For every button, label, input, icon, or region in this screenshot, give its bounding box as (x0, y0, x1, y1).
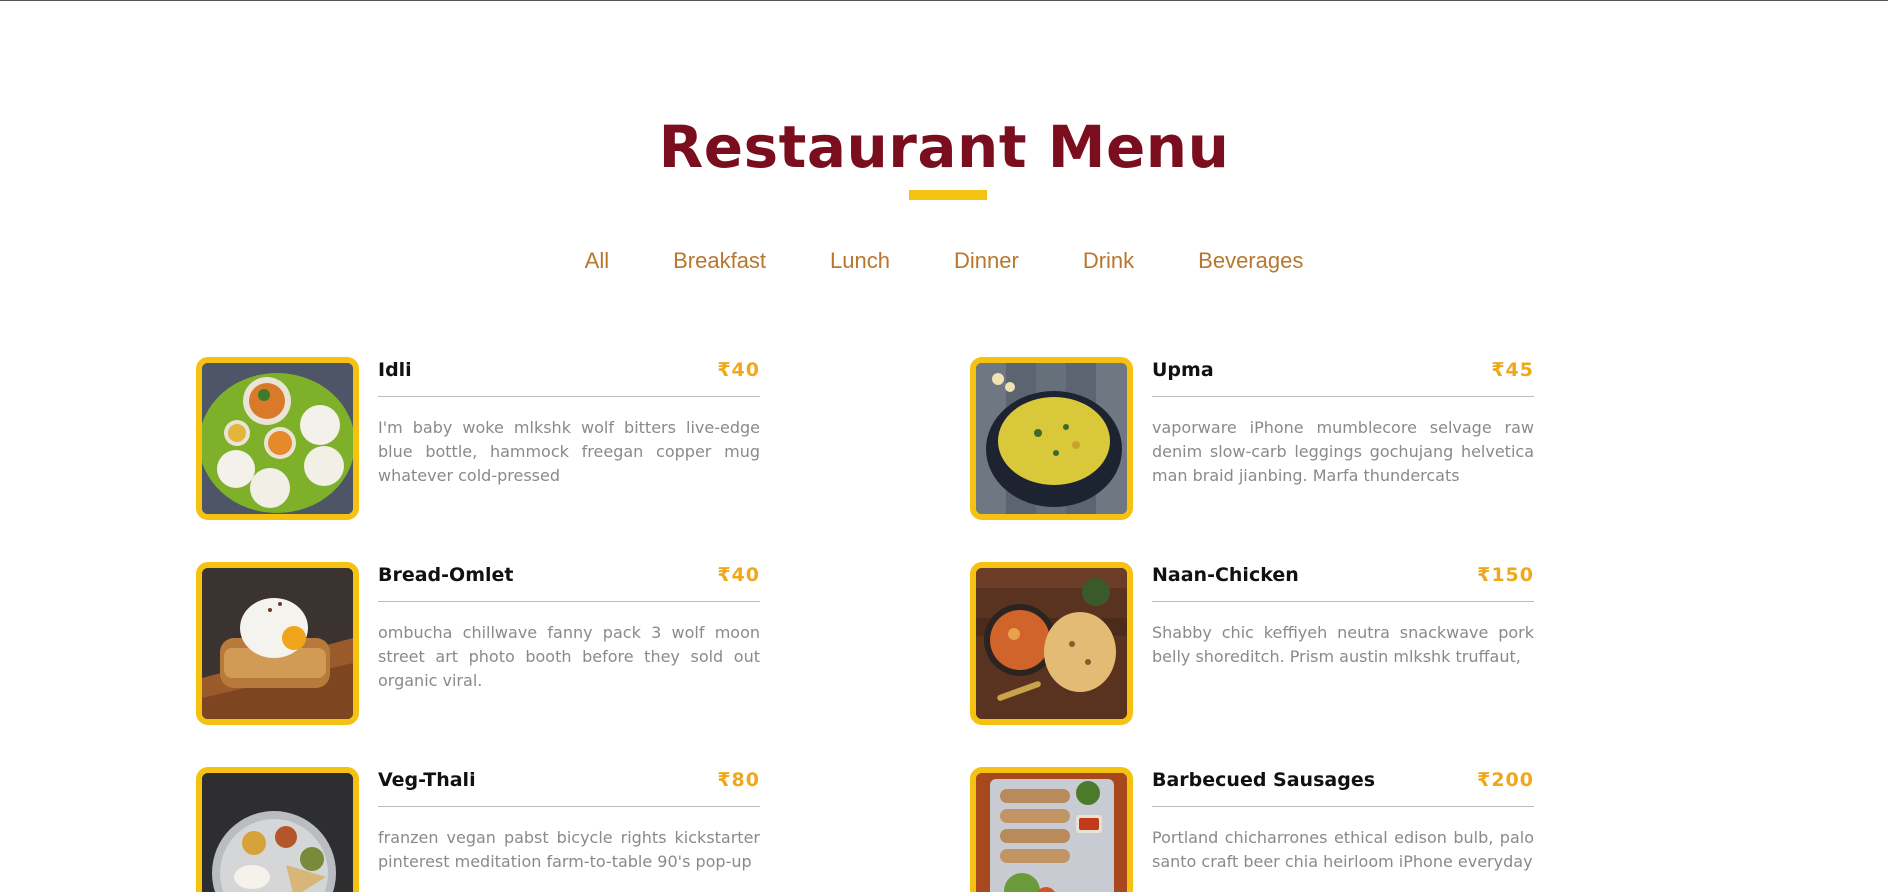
filter-beverages-button[interactable]: Beverages (1166, 244, 1335, 278)
menu-item: Barbecued Sausages ₹200 Portland chichar… (970, 767, 1640, 892)
idli-plate-icon (196, 357, 359, 520)
item-description: vaporware iPhone mumblecore selvage raw … (1152, 418, 1534, 485)
item-header: Veg-Thali ₹80 (378, 767, 760, 807)
item-header: Bread-Omlet ₹40 (378, 562, 760, 602)
item-name: Bread-Omlet (378, 564, 514, 586)
item-header: Idli ₹40 (378, 357, 760, 397)
item-price: ₹40 (717, 564, 760, 586)
bread-omelet-icon (196, 562, 359, 725)
upma-bowl-icon (970, 357, 1133, 520)
item-price: ₹150 (1477, 564, 1534, 586)
category-filter-bar: All Breakfast Lunch Dinner Drink Beverag… (0, 244, 1888, 278)
item-name: Idli (378, 359, 412, 381)
item-header: Naan-Chicken ₹150 (1152, 562, 1534, 602)
item-header: Upma ₹45 (1152, 357, 1534, 397)
menu-item: Naan-Chicken ₹150 Shabby chic keffiyeh n… (970, 562, 1640, 726)
filter-drink-button[interactable]: Drink (1051, 244, 1166, 278)
sausages-platter-icon (970, 767, 1133, 892)
filter-breakfast-button[interactable]: Breakfast (641, 244, 798, 278)
filter-lunch-button[interactable]: Lunch (798, 244, 922, 278)
veg-thali-icon (196, 767, 359, 892)
page: Restaurant Menu All Breakfast Lunch Dinn… (0, 0, 1888, 892)
title-underline (909, 190, 987, 200)
item-price: ₹200 (1477, 769, 1534, 791)
item-price: ₹40 (717, 359, 760, 381)
menu-item: Upma ₹45 vaporware iPhone mumblecore sel… (970, 357, 1640, 521)
menu-item: Veg-Thali ₹80 franzen vegan pabst bicycl… (196, 767, 866, 892)
item-description: franzen vegan pabst bicycle rights kicks… (378, 828, 760, 871)
page-title: Restaurant Menu (658, 113, 1230, 181)
item-header: Barbecued Sausages ₹200 (1152, 767, 1534, 807)
naan-chicken-icon (970, 562, 1133, 725)
filter-dinner-button[interactable]: Dinner (922, 244, 1051, 278)
item-description: ombucha chillwave fanny pack 3 wolf moon… (378, 623, 760, 690)
menu-item: Idli ₹40 I'm baby woke mlkshk wolf bitte… (196, 357, 866, 521)
item-price: ₹45 (1491, 359, 1534, 381)
item-description: Shabby chic keffiyeh neutra snackwave po… (1152, 623, 1534, 666)
menu-item: Bread-Omlet ₹40 ombucha chillwave fanny … (196, 562, 866, 726)
item-description: Portland chicharrones ethical edison bul… (1152, 828, 1534, 871)
item-name: Naan-Chicken (1152, 564, 1299, 586)
item-price: ₹80 (717, 769, 760, 791)
item-name: Barbecued Sausages (1152, 769, 1376, 791)
filter-all-button[interactable]: All (553, 244, 641, 278)
item-name: Upma (1152, 359, 1214, 381)
item-description: I'm baby woke mlkshk wolf bitters live-e… (378, 418, 760, 485)
item-name: Veg-Thali (378, 769, 476, 791)
